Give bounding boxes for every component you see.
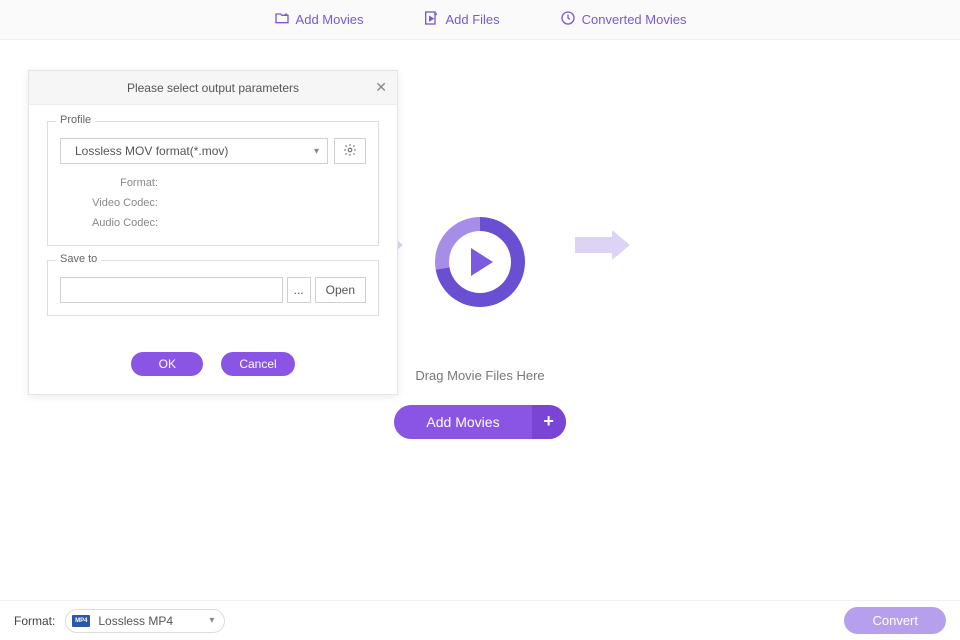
drag-hint-label: Drag Movie Files Here <box>415 368 544 383</box>
output-params-dialog: Please select output parameters ✕ Profil… <box>28 70 398 395</box>
folder-plus-icon <box>274 10 290 29</box>
open-button[interactable]: Open <box>315 277 366 303</box>
add-movies-button[interactable]: Add Movies + <box>394 405 565 439</box>
cancel-button-label: Cancel <box>239 357 276 371</box>
save-path-input[interactable] <box>60 277 283 303</box>
cancel-button[interactable]: Cancel <box>221 352 294 376</box>
browse-button-label: ... <box>294 283 304 297</box>
save-to-fieldset: Save to ... Open <box>47 260 379 316</box>
format-selected-value: Lossless MP4 <box>98 614 201 628</box>
dialog-header: Please select output parameters ✕ <box>29 71 397 105</box>
profile-fieldset: Profile Lossless MOV format(*.mov) ▾ For… <box>47 121 379 246</box>
format-select[interactable]: MP4 Lossless MP4 ▾ <box>65 609 225 633</box>
browse-button[interactable]: ... <box>287 277 311 303</box>
play-circle-icon <box>435 217 525 307</box>
gear-icon <box>343 143 357 160</box>
meta-video-codec-label: Video Codec: <box>80 194 158 214</box>
chevron-down-icon: ▾ <box>314 146 319 157</box>
add-movies-tab-label: Add Movies <box>296 12 364 27</box>
profile-settings-button[interactable] <box>334 138 366 164</box>
add-files-tab-label: Add Files <box>445 12 499 27</box>
format-label: Format: <box>14 614 55 628</box>
meta-audio-codec-label: Audio Codec: <box>80 214 158 234</box>
arrow-icon <box>575 230 630 260</box>
profile-meta: Format: Video Codec: Audio Codec: <box>60 174 366 233</box>
add-movies-tab[interactable]: Add Movies <box>274 10 364 29</box>
add-files-tab[interactable]: Add Files <box>423 10 499 29</box>
profile-select[interactable]: Lossless MOV format(*.mov) ▾ <box>60 138 328 164</box>
ok-button-label: OK <box>159 357 176 371</box>
profile-selected-value: Lossless MOV format(*.mov) <box>75 144 228 158</box>
format-thumb-icon: MP4 <box>72 615 90 627</box>
convert-button[interactable]: Convert <box>844 607 946 634</box>
open-button-label: Open <box>326 283 355 297</box>
file-plus-icon <box>423 10 439 29</box>
close-icon[interactable]: ✕ <box>375 79 387 96</box>
add-movies-button-label: Add Movies <box>394 406 531 438</box>
converted-movies-tab[interactable]: Converted Movies <box>560 10 687 29</box>
play-graphic <box>370 202 590 322</box>
bottom-bar: Format: MP4 Lossless MP4 ▾ Convert <box>0 600 960 640</box>
dialog-title: Please select output parameters <box>127 81 299 95</box>
converted-movies-tab-label: Converted Movies <box>582 12 687 27</box>
save-to-legend: Save to <box>56 253 101 265</box>
plus-icon[interactable]: + <box>532 405 566 439</box>
top-toolbar: Add Movies Add Files Converted Movies <box>0 0 960 40</box>
meta-format-label: Format: <box>80 174 158 194</box>
convert-button-label: Convert <box>872 613 918 628</box>
ok-button[interactable]: OK <box>131 352 203 376</box>
clock-icon <box>560 10 576 29</box>
profile-legend: Profile <box>56 114 95 126</box>
chevron-down-icon: ▾ <box>209 615 214 626</box>
dialog-buttons: OK Cancel <box>29 340 397 394</box>
